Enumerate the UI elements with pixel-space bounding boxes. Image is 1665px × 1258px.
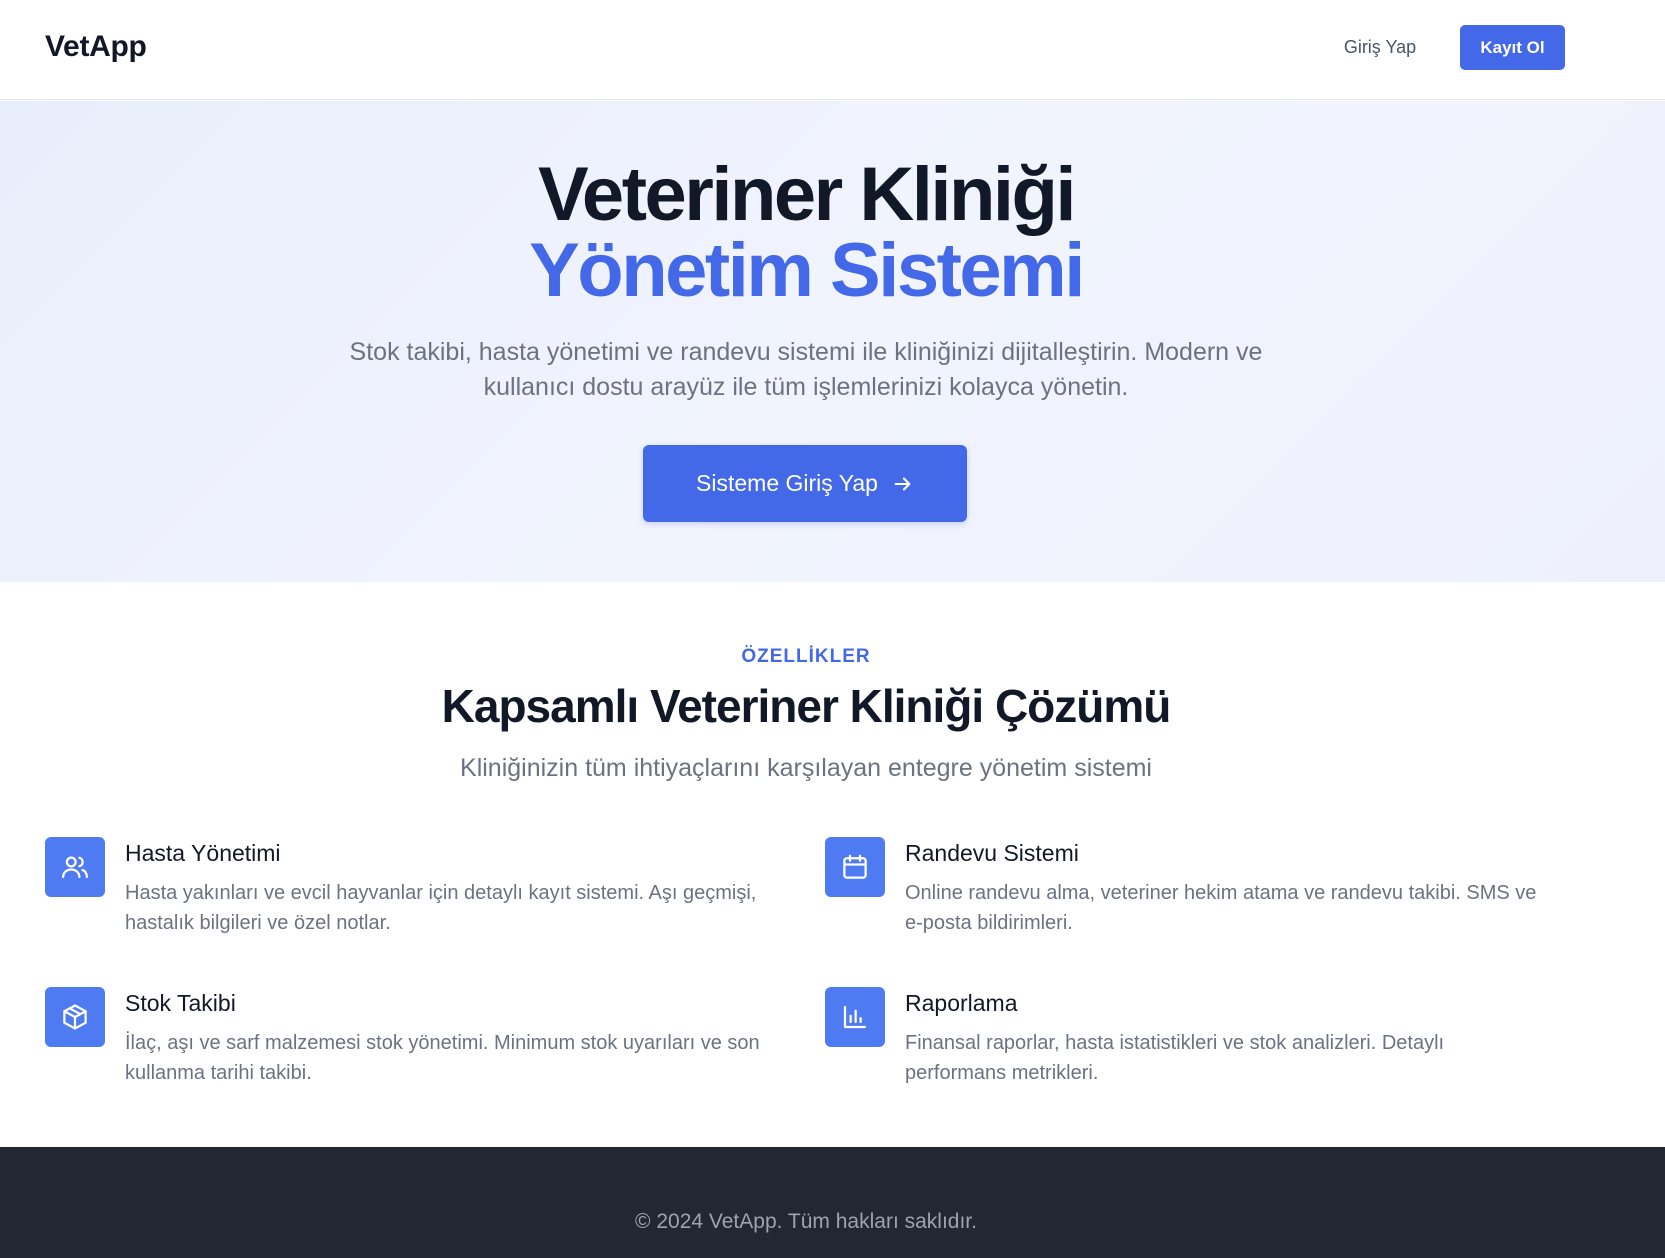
features-title: Kapsamlı Veteriner Kliniği Çözümü: [441, 680, 1172, 732]
feature-card-patients: Hasta Yönetimi Hasta yakınları ve evcil …: [45, 837, 765, 947]
copyright-text: © 2024 VetApp. Tüm hakları saklıdır.: [635, 1210, 977, 1233]
feature-description: Online randevu alma, veteriner hekim ata…: [905, 882, 1537, 934]
feature-description: İlaç, aşı ve sarf malzemesi stok yönetim…: [125, 1032, 760, 1084]
feature-card-stock: Stok Takibi İlaç, aşı ve sarf malzemesi …: [45, 987, 765, 1097]
system-login-button[interactable]: Sisteme Giriş Yap: [643, 445, 967, 522]
feature-title: Hasta Yönetimi: [125, 840, 281, 866]
hero-subtitle: Stok takibi, hasta yönetimi ve randevu s…: [349, 338, 1263, 401]
hero-section: Veteriner Kliniği Yönetim Sistemi Stok t…: [0, 101, 1665, 582]
top-navbar: VetApp Giriş Yap Kayıt Ol: [0, 0, 1665, 100]
features-eyebrow: ÖZELLİKLER: [741, 646, 871, 667]
login-link[interactable]: Giriş Yap: [1330, 37, 1430, 58]
users-icon: [62, 856, 88, 879]
feature-title: Randevu Sistemi: [905, 840, 1079, 866]
arrow-right-icon: [894, 476, 911, 491]
calendar-icon: [843, 854, 867, 879]
feature-description: Finansal raporlar, hasta istatistikleri …: [905, 1032, 1445, 1084]
features-subtitle: Kliniğinizin tüm ihtiyaçlarını karşılaya…: [460, 754, 1152, 782]
feature-title: Stok Takibi: [125, 990, 236, 1016]
feature-title: Raporlama: [905, 990, 1018, 1016]
features-section: ÖZELLİKLER Kapsamlı Veteriner Kliniği Çö…: [0, 582, 1665, 1147]
feature-description: Hasta yakınları ve evcil hayvanlar için …: [125, 882, 757, 934]
system-login-button-label: Sisteme Giriş Yap: [696, 470, 878, 496]
register-button[interactable]: Kayıt Ol: [1460, 25, 1565, 70]
feature-icon-box: [45, 837, 105, 897]
brand-logo[interactable]: VetApp: [45, 30, 147, 64]
hero-title-line1: Veteriner Kliniği: [537, 152, 1077, 237]
feature-card-reporting: Raporlama Finansal raporlar, hasta istat…: [825, 987, 1545, 1097]
page-footer: © 2024 VetApp. Tüm hakları saklıdır.: [0, 1147, 1665, 1258]
box-icon: [63, 1004, 87, 1030]
bar-chart-icon: [843, 1005, 867, 1029]
feature-icon-box: [825, 987, 885, 1047]
feature-icon-box: [825, 837, 885, 897]
feature-icon-box: [45, 987, 105, 1047]
hero-title-line2: Yönetim Sistemi: [529, 228, 1085, 313]
hero-title: Veteriner Kliniği Yönetim Sistemi: [0, 157, 1612, 309]
feature-card-appointments: Randevu Sistemi Online randevu alma, vet…: [825, 837, 1545, 947]
